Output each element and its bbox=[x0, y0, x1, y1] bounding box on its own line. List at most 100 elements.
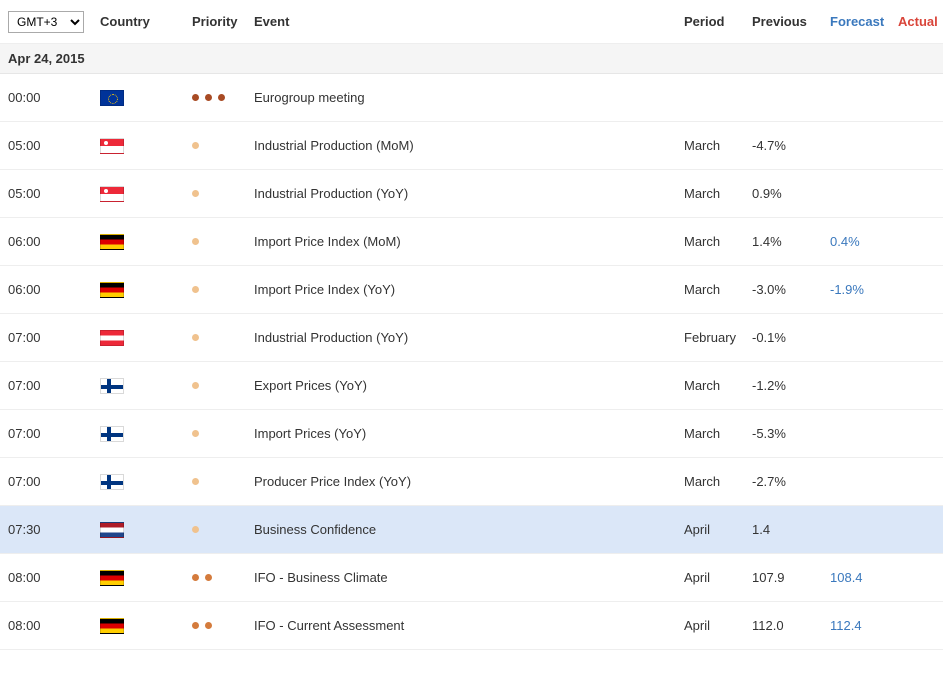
cell-country bbox=[100, 617, 192, 634]
cell-priority bbox=[192, 94, 254, 101]
cell-previous: -2.7% bbox=[752, 474, 830, 489]
table-row[interactable]: 05:00Industrial Production (YoY)March0.9… bbox=[0, 170, 943, 218]
cell-country bbox=[100, 377, 192, 394]
table-header: GMT+3 Country Priority Event Period Prev… bbox=[0, 0, 943, 44]
cell-country bbox=[100, 137, 192, 154]
cell-country bbox=[100, 521, 192, 538]
priority-dot-icon bbox=[205, 574, 212, 581]
table-row[interactable]: 08:00IFO - Current AssessmentApril112.01… bbox=[0, 602, 943, 650]
priority-dots bbox=[192, 574, 232, 581]
priority-dots bbox=[192, 622, 232, 629]
cell-previous: 1.4 bbox=[752, 522, 830, 537]
cell-priority bbox=[192, 286, 254, 293]
cell-country bbox=[100, 473, 192, 490]
finland-flag-icon bbox=[100, 474, 124, 490]
cell-priority bbox=[192, 142, 254, 149]
cell-country bbox=[100, 185, 192, 202]
austria-flag-icon bbox=[100, 330, 124, 346]
cell-forecast: 108.4 bbox=[830, 570, 898, 585]
date-group-label: Apr 24, 2015 bbox=[0, 44, 943, 74]
header-period: Period bbox=[684, 14, 752, 29]
cell-time: 07:00 bbox=[0, 378, 100, 393]
table-row[interactable]: 07:00Export Prices (YoY)March-1.2% bbox=[0, 362, 943, 410]
cell-period: April bbox=[684, 570, 752, 585]
cell-priority bbox=[192, 574, 254, 581]
cell-period: March bbox=[684, 474, 752, 489]
table-row[interactable]: 08:00 IFO - Business ClimateApril107.9108… bbox=[0, 554, 943, 602]
priority-dot-icon bbox=[192, 334, 199, 341]
cell-time: 08:00 bbox=[0, 618, 100, 633]
table-row[interactable]: 07:30Business ConfidenceApril1.4 bbox=[0, 506, 943, 554]
cell-time: 05:00 bbox=[0, 138, 100, 153]
cell-event: Import Price Index (MoM) bbox=[254, 234, 684, 249]
cell-period: April bbox=[684, 522, 752, 537]
cell-time: 05:00 bbox=[0, 186, 100, 201]
cell-priority bbox=[192, 478, 254, 485]
table-row[interactable]: 07:00Industrial Production (YoY)February… bbox=[0, 314, 943, 362]
finland-flag-icon bbox=[100, 378, 124, 394]
priority-dot-icon bbox=[192, 190, 199, 197]
cell-event: Import Prices (YoY) bbox=[254, 426, 684, 441]
priority-dot-icon bbox=[192, 94, 199, 101]
cell-previous: -1.2% bbox=[752, 378, 830, 393]
priority-dots bbox=[192, 430, 232, 437]
table-row[interactable]: 05:00Industrial Production (MoM)March-4.… bbox=[0, 122, 943, 170]
germany-flag-icon bbox=[100, 618, 124, 634]
priority-dots bbox=[192, 478, 232, 485]
table-row[interactable]: 00:00 Eurogroup meeting bbox=[0, 74, 943, 122]
cell-time: 08:00 bbox=[0, 570, 100, 585]
cell-event: Business Confidence bbox=[254, 522, 684, 537]
priority-dot-icon bbox=[205, 622, 212, 629]
cell-country bbox=[100, 425, 192, 442]
netherlands-flag-icon bbox=[100, 522, 124, 538]
eu-flag-icon bbox=[100, 90, 124, 106]
priority-dots bbox=[192, 382, 232, 389]
germany-flag-icon bbox=[100, 282, 124, 298]
cell-country bbox=[100, 569, 192, 586]
table-row[interactable]: 06:00Import Price Index (MoM)March1.4%0.… bbox=[0, 218, 943, 266]
cell-event: Industrial Production (MoM) bbox=[254, 138, 684, 153]
cell-previous: -3.0% bbox=[752, 282, 830, 297]
cell-time: 06:00 bbox=[0, 282, 100, 297]
cell-previous: 107.9 bbox=[752, 570, 830, 585]
cell-event: Eurogroup meeting bbox=[254, 90, 684, 105]
priority-dot-icon bbox=[192, 526, 199, 533]
priority-dots bbox=[192, 334, 232, 341]
cell-time: 07:00 bbox=[0, 474, 100, 489]
cell-country bbox=[100, 329, 192, 346]
header-forecast: Forecast bbox=[830, 14, 898, 29]
header-country: Country bbox=[100, 14, 192, 29]
priority-dots bbox=[192, 142, 232, 149]
priority-dot-icon bbox=[192, 382, 199, 389]
priority-dot-icon bbox=[192, 622, 199, 629]
cell-previous: 1.4% bbox=[752, 234, 830, 249]
cell-period: March bbox=[684, 426, 752, 441]
table-row[interactable]: 06:00Import Price Index (YoY)March-3.0%-… bbox=[0, 266, 943, 314]
singapore-flag-icon bbox=[100, 186, 124, 202]
cell-priority bbox=[192, 622, 254, 629]
cell-time: 00:00 bbox=[0, 90, 100, 105]
table-row[interactable]: 07:00Producer Price Index (YoY)March-2.7… bbox=[0, 458, 943, 506]
cell-country bbox=[100, 89, 192, 106]
cell-period: March bbox=[684, 186, 752, 201]
header-previous: Previous bbox=[752, 14, 830, 29]
cell-forecast: 0.4% bbox=[830, 234, 898, 249]
header-priority: Priority bbox=[192, 14, 254, 29]
cell-event: IFO - Business Climate bbox=[254, 570, 684, 585]
cell-country bbox=[100, 233, 192, 250]
cell-priority bbox=[192, 190, 254, 197]
priority-dots bbox=[192, 286, 232, 293]
cell-previous: -0.1% bbox=[752, 330, 830, 345]
cell-priority bbox=[192, 238, 254, 245]
cell-period: April bbox=[684, 618, 752, 633]
cell-previous: -5.3% bbox=[752, 426, 830, 441]
germany-flag-icon bbox=[100, 234, 124, 250]
table-row[interactable]: 07:00Import Prices (YoY)March-5.3% bbox=[0, 410, 943, 458]
finland-flag-icon bbox=[100, 426, 124, 442]
timezone-select[interactable]: GMT+3 bbox=[8, 11, 84, 33]
cell-event: Import Price Index (YoY) bbox=[254, 282, 684, 297]
priority-dots bbox=[192, 526, 232, 533]
cell-period: March bbox=[684, 138, 752, 153]
priority-dot-icon bbox=[205, 94, 212, 101]
cell-priority bbox=[192, 334, 254, 341]
